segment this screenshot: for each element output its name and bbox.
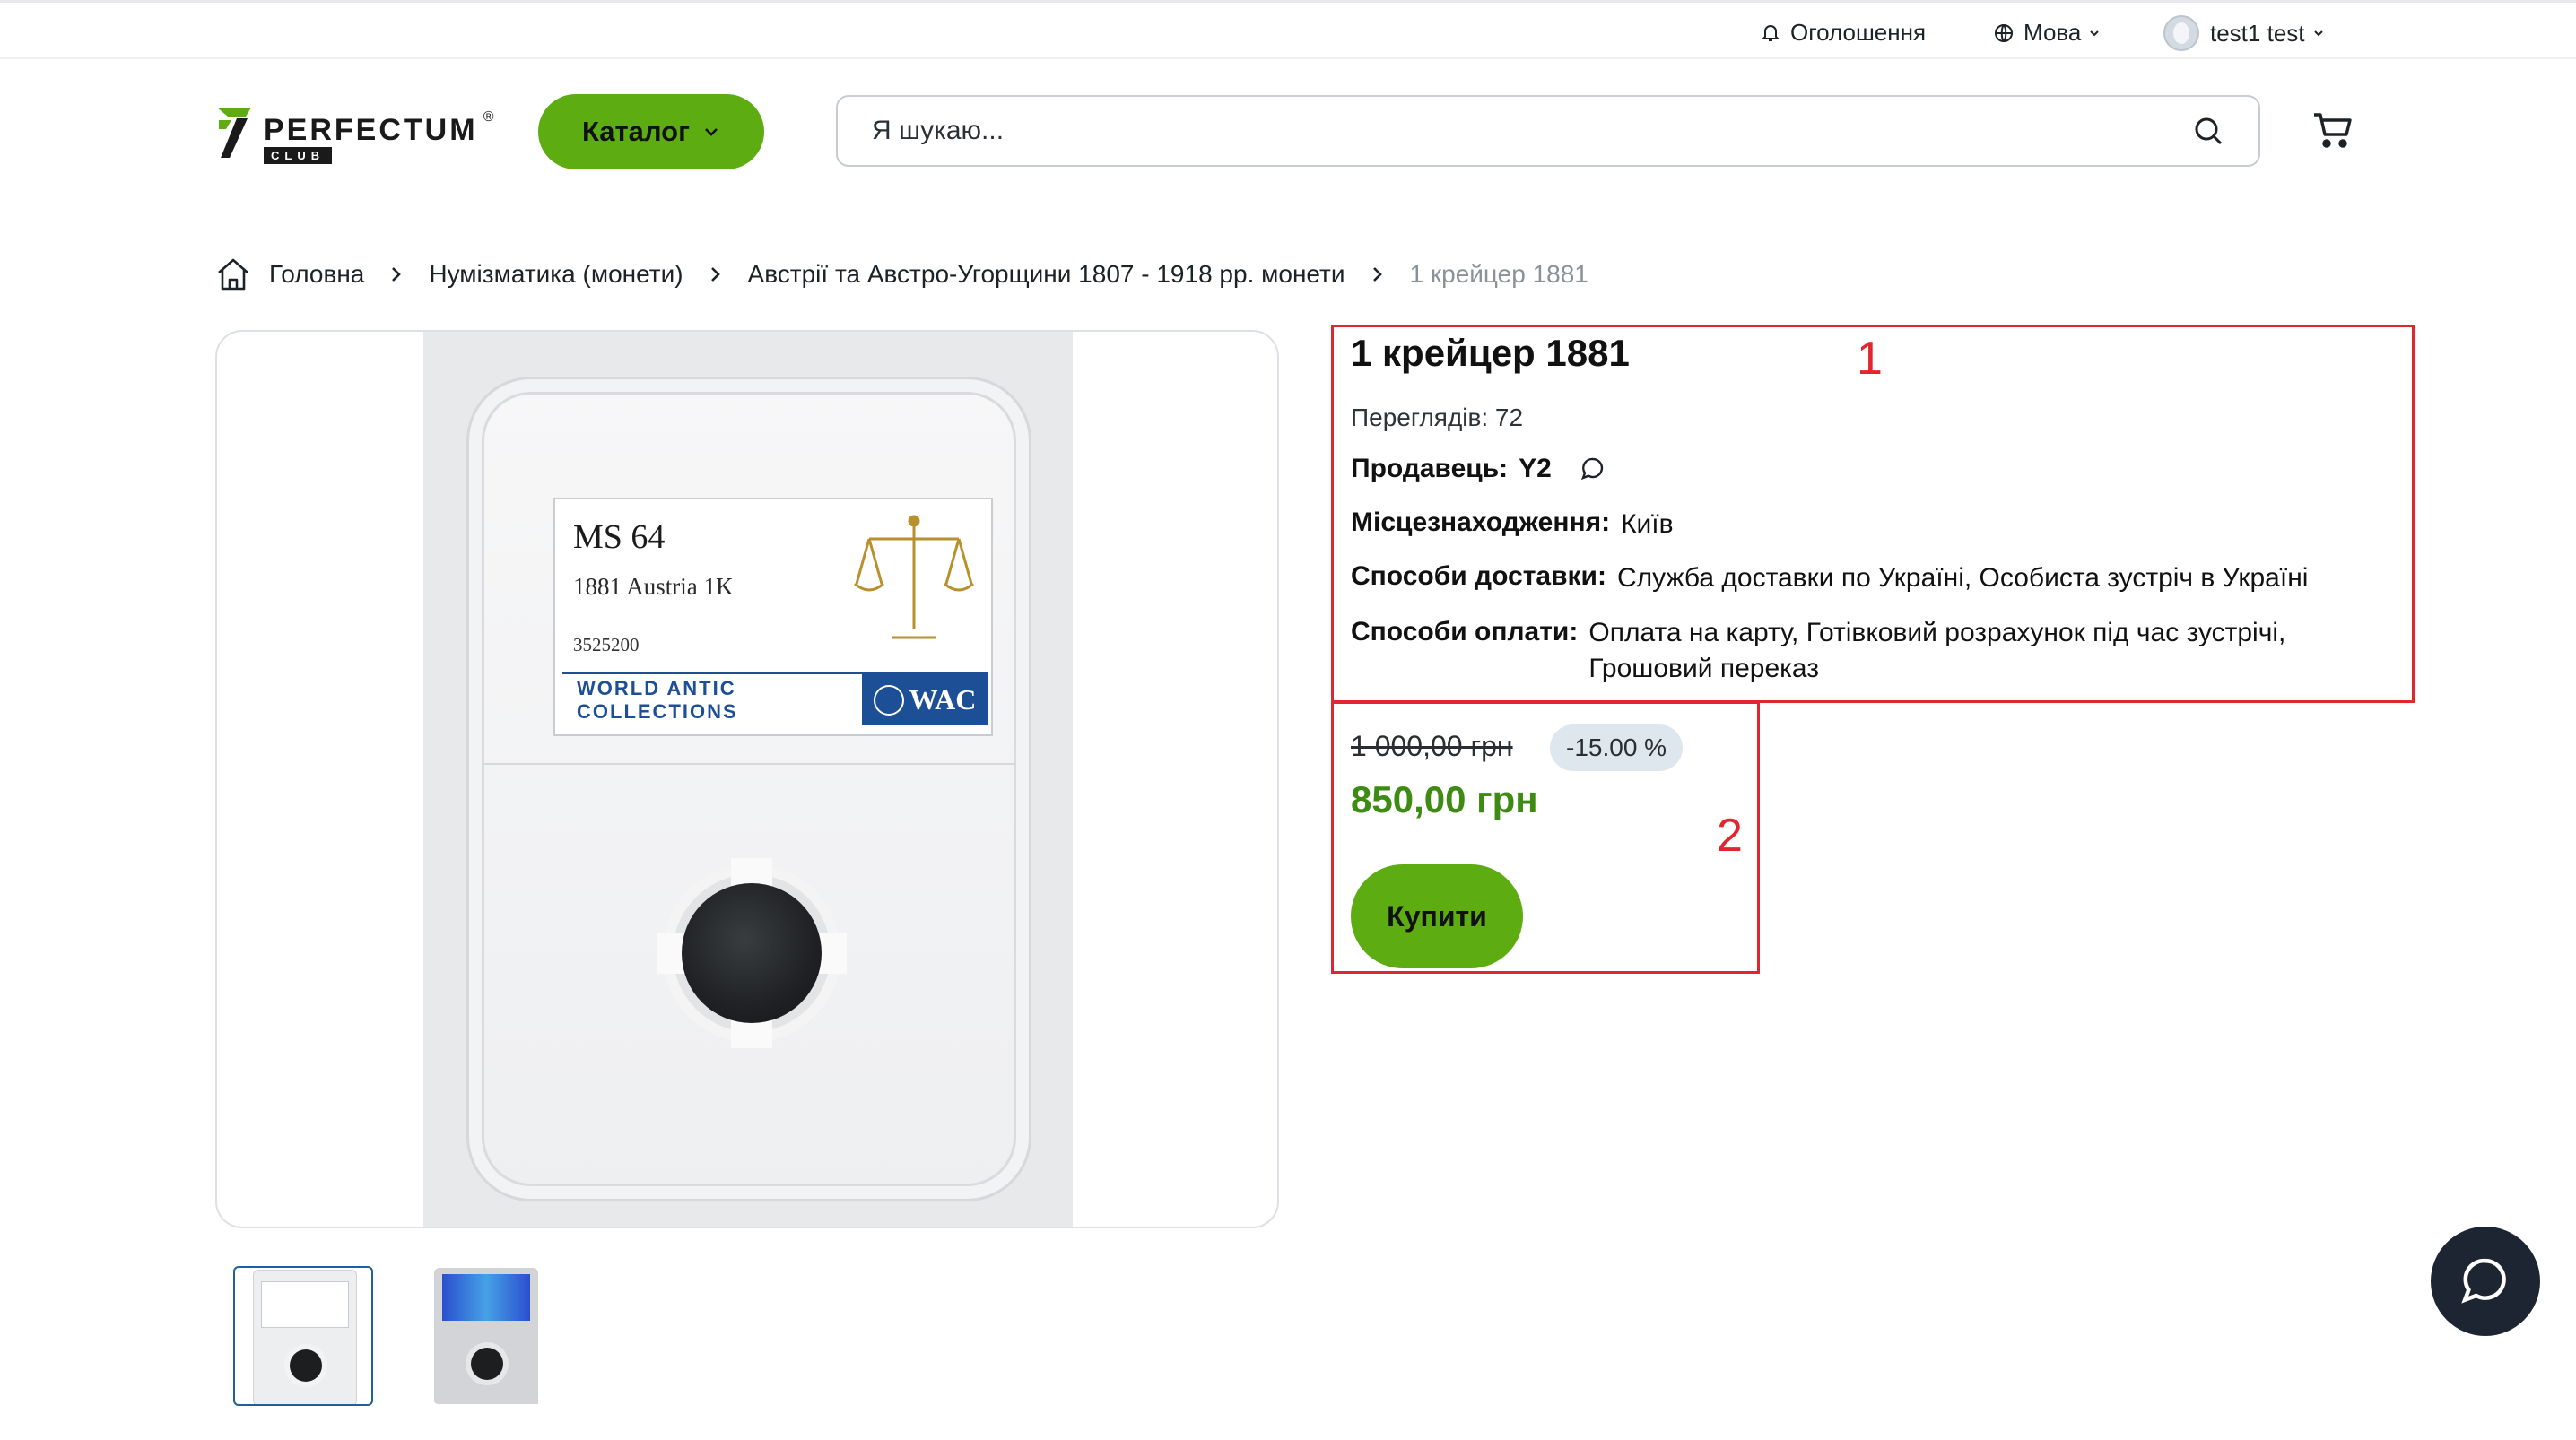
chevron-right-icon (1371, 265, 1385, 283)
announcements-label: Оголошення (1790, 19, 1927, 46)
slab-band: WORLD ANTIC COLLECTIONS WAC (562, 672, 988, 725)
scales-icon (854, 515, 974, 639)
breadcrumb: Головна Нумізматика (монети) Австрії та … (215, 256, 1588, 292)
home-icon[interactable] (215, 256, 251, 292)
breadcrumb-numismatics[interactable]: Нумізматика (монети) (429, 260, 683, 289)
avatar (2163, 15, 2199, 51)
view-count: Переглядів: 72 (1351, 403, 1524, 431)
delivery-label: Способи доставки: (1351, 561, 1606, 591)
chevron-down-icon (2313, 30, 2323, 37)
seller-name[interactable]: Y2 (1519, 454, 1552, 484)
chevron-down-icon (705, 128, 718, 136)
breadcrumb-home[interactable]: Головна (269, 260, 364, 289)
delivery-value: Служба доставки по Україні, Особиста зус… (1616, 563, 2309, 593)
chat-button[interactable] (2431, 1227, 2540, 1336)
language-label: Мова (2023, 19, 2082, 46)
annotation-label-2: 2 (1717, 810, 1743, 862)
catalog-button[interactable]: Каталог (538, 94, 764, 169)
delivery-row: Способи доставки: Служба доставки по Укр… (1351, 561, 2308, 595)
chat-bubble-icon[interactable] (1580, 454, 1606, 484)
globe-icon (1995, 23, 2013, 42)
chevron-right-icon (389, 265, 404, 283)
buy-button[interactable]: Купити (1351, 864, 1523, 968)
user-menu[interactable]: test1 test (2163, 15, 2325, 51)
slab-grade: MS 64 (573, 518, 666, 556)
payment-value-line1: Оплата на карту, Готівковий розрахунок п… (1588, 618, 2286, 647)
site-logo[interactable]: PERFECTUM CLUB ® (215, 106, 494, 164)
discount-badge: -15.00 % (1550, 724, 1684, 771)
wac-logo: WAC (862, 674, 988, 725)
chat-bubble-icon (2461, 1258, 2506, 1304)
seller-row: Продавець: Y2 (1351, 454, 1606, 484)
thumbnail-1[interactable] (233, 1266, 373, 1406)
search-bar (836, 95, 2260, 167)
search-icon[interactable] (2192, 115, 2224, 147)
location-label: Місцезнаходження: (1351, 507, 1611, 537)
breadcrumb-category[interactable]: Австрії та Австро-Угорщини 1807 - 1918 р… (748, 260, 1345, 289)
thumbnail-2[interactable] (432, 1266, 572, 1406)
chevron-right-icon (709, 265, 723, 283)
location-row: Місцезнаходження: Київ (1351, 507, 1674, 542)
slab-divider (482, 763, 1016, 765)
product-photo: MS 64 1881 Austria 1K 3525200 WORLD ANTI… (423, 332, 1073, 1227)
breadcrumb-current: 1 крейцер 1881 (1409, 260, 1588, 288)
chevron-down-icon (2090, 30, 2100, 36)
logo-mark-icon (217, 108, 251, 158)
coin-holder (657, 858, 847, 1048)
language-selector[interactable]: Мова (1993, 19, 2101, 47)
announcements-link[interactable]: Оголошення (1760, 19, 1926, 47)
payment-value-line2: Грошовий переказ (1588, 654, 1820, 683)
user-name: test1 test (2210, 19, 2305, 47)
coin (682, 883, 822, 1023)
bell-icon (1761, 24, 1780, 41)
product-image-viewer[interactable]: MS 64 1881 Austria 1K 3525200 WORLD ANTI… (215, 330, 1279, 1228)
slab-label: MS 64 1881 Austria 1K 3525200 WORLD ANTI… (553, 498, 993, 736)
annotation-label-1: 1 (1857, 333, 1883, 385)
slab-band-text: WORLD ANTIC COLLECTIONS (577, 676, 738, 723)
top-bar: Оголошення Мова test1 test (0, 0, 2576, 59)
slab-cert-number: 3525200 (573, 634, 640, 655)
logo-subtitle: CLUB (264, 147, 333, 164)
location-value: Київ (1621, 509, 1674, 539)
registered-mark: ® (483, 109, 494, 125)
search-input[interactable] (872, 116, 2192, 146)
logo-wordmark: PERFECTUM (264, 113, 478, 147)
coin-slab: MS 64 1881 Austria 1K 3525200 WORLD ANTI… (466, 377, 1031, 1201)
current-price: 850,00 грн (1351, 778, 1538, 820)
slab-coin-description: 1881 Austria 1K (573, 573, 734, 600)
old-price: 1 000,00 грн (1351, 730, 1513, 762)
product-title: 1 крейцер 1881 (1351, 332, 1630, 374)
catalog-button-label: Каталог (581, 116, 691, 147)
cart-icon[interactable] (2312, 111, 2352, 149)
seller-label: Продавець: (1351, 454, 1509, 483)
payment-label: Способи оплати: (1351, 617, 1579, 646)
payment-row: Способи оплати: Оплата на карту, Готівко… (1351, 615, 2285, 687)
